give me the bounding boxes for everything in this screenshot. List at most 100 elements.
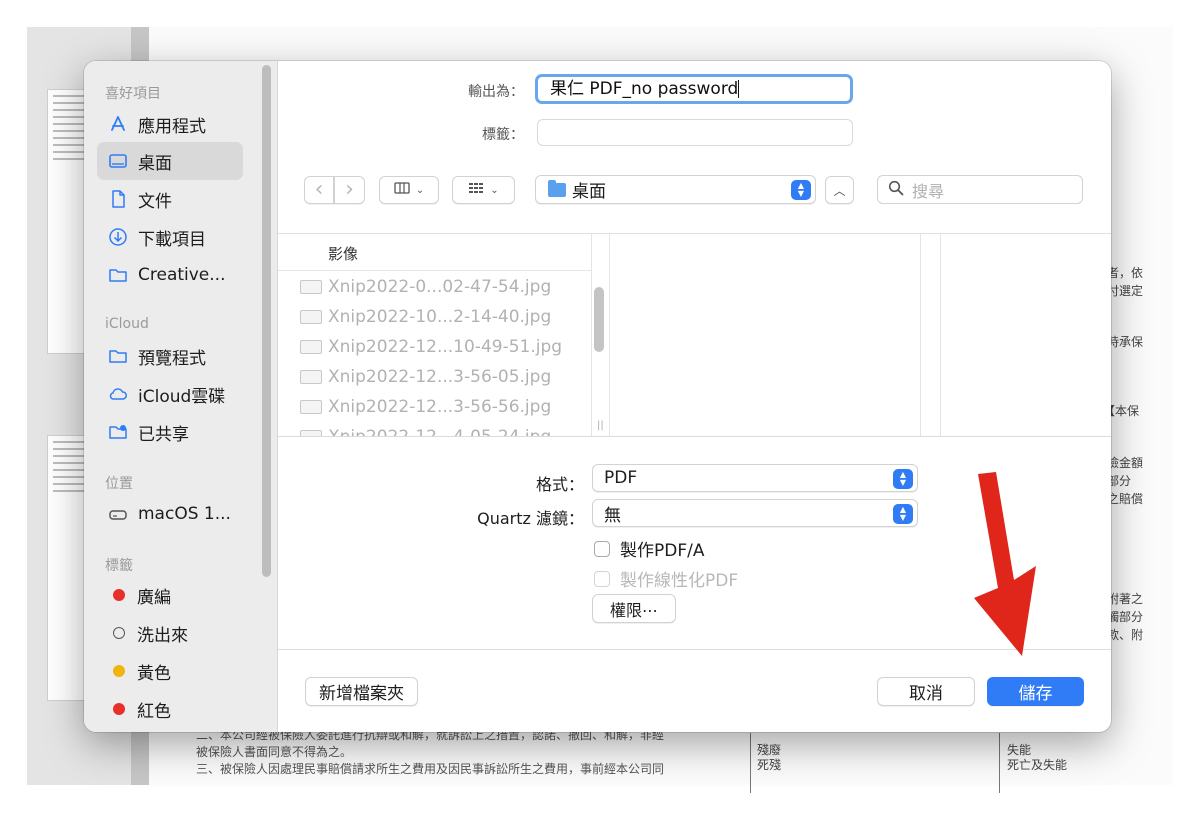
- file-browser: 影像 Xnip2022-0...02-47-54.jpg Xnip2022-10…: [278, 233, 1111, 437]
- sidebar-section-tags: 標籤: [105, 558, 133, 574]
- applications-icon: [107, 113, 129, 135]
- sidebar-section-icloud: iCloud: [105, 316, 149, 332]
- forward-button[interactable]: ›: [334, 176, 365, 204]
- sidebar-item-documents[interactable]: 文件: [97, 180, 243, 218]
- sidebar-item-preview[interactable]: 預覽程式: [97, 337, 243, 375]
- image-file-icon: [300, 340, 322, 354]
- grid-group-icon: [468, 180, 484, 200]
- sidebar-item-downloads[interactable]: 下載項目: [97, 218, 243, 256]
- sidebar-section-locations: 位置: [105, 476, 133, 492]
- image-file-icon: [300, 400, 322, 414]
- new-folder-label: 新增檔案夾: [319, 684, 404, 704]
- file-name: Xnip2022-12...3-56-56.jpg: [328, 397, 552, 417]
- download-icon: [107, 226, 129, 248]
- saveas-input-value: 果仁 PDF_no password: [550, 79, 739, 99]
- yellow-tag-dot-icon: [113, 665, 125, 677]
- search-field[interactable]: 搜尋: [877, 175, 1083, 204]
- sidebar-scrollbar[interactable]: [262, 65, 271, 577]
- sidebar-item-label: iCloud雲碟: [138, 386, 226, 407]
- file-item[interactable]: Xnip2022-10...2-14-40.jpg: [300, 302, 551, 332]
- sidebar-tag-guangbian[interactable]: 廣編: [97, 576, 243, 614]
- sidebar-tag-red[interactable]: 紅色: [97, 690, 243, 728]
- background-text: 被保險人書面同意不得為之。: [196, 745, 353, 759]
- background-paragraph: 二、本公司經被保險人委託進行抗辯或和解，就訴訟上之措置，認諾、撤回、和解，非經 …: [196, 727, 716, 778]
- red-tag-dot-icon: [113, 589, 125, 601]
- back-button[interactable]: ‹: [304, 176, 334, 204]
- sidebar-item-applications[interactable]: 應用程式: [97, 105, 243, 143]
- file-item[interactable]: Xnip2022-0...02-47-54.jpg: [300, 272, 551, 302]
- expand-collapse-button[interactable]: ︿: [825, 176, 854, 204]
- sidebar-item-label: 預覽程式: [138, 348, 206, 369]
- permissions-label: 權限⋯: [609, 600, 658, 620]
- red-arrow-annotation-icon: [974, 472, 1036, 656]
- cancel-button[interactable]: 取消: [877, 677, 975, 706]
- pdfa-label: 製作PDF/A: [620, 541, 705, 561]
- shared-folder-icon: [107, 421, 129, 443]
- sidebar-item-label: 黃色: [137, 663, 171, 684]
- search-icon: [888, 180, 912, 200]
- sidebar-item-shared[interactable]: 已共享: [97, 413, 243, 451]
- sidebar-item-label: 文件: [138, 191, 172, 212]
- save-dialog: 喜好項目 應用程式 桌面 文件 下載項目 Creative... iCloud …: [84, 61, 1111, 732]
- sidebar-item-label: Creative...: [138, 265, 226, 285]
- folder-icon: [107, 345, 129, 367]
- saveas-input[interactable]: 果仁 PDF_no password: [535, 74, 853, 104]
- quartz-filter-label: Quartz 濾鏡：: [477, 509, 584, 528]
- up-down-stepper-icon: ▲ ▼: [893, 469, 913, 489]
- folder-icon: [107, 264, 129, 286]
- group-by-button[interactable]: ⌄: [452, 176, 515, 204]
- format-popup[interactable]: PDF ▲ ▼: [592, 464, 918, 492]
- desktop-folder-icon: [548, 179, 566, 197]
- sidebar-tag-yellow[interactable]: 黃色: [97, 652, 243, 690]
- file-item[interactable]: Xnip2022-12...4-05-24.jpg: [300, 422, 552, 437]
- column-scrollbar[interactable]: [594, 287, 604, 352]
- linearize-checkbox[interactable]: 製作線性化PDF: [594, 566, 738, 591]
- sidebar-item-label: 桌面: [138, 153, 172, 174]
- chevron-down-icon: ⌄: [490, 184, 499, 196]
- image-file-icon: [300, 370, 322, 384]
- format-label: 格式：: [535, 475, 584, 494]
- chevron-down-icon: ⌄: [415, 184, 425, 196]
- file-name: Xnip2022-0...02-47-54.jpg: [328, 277, 552, 297]
- file-item[interactable]: Xnip2022-12...10-49-51.jpg: [300, 332, 562, 362]
- sidebar-tag-xichulai[interactable]: 洗出來: [97, 614, 243, 652]
- image-file-icon: [300, 280, 322, 294]
- chevron-right-icon: ›: [345, 177, 354, 202]
- file-name: Xnip2022-12...3-56-05.jpg: [328, 367, 552, 387]
- file-item[interactable]: Xnip2022-12...3-56-05.jpg: [300, 362, 551, 392]
- sidebar-item-desktop[interactable]: 桌面: [97, 142, 243, 180]
- sidebar-item-creative[interactable]: Creative...: [97, 256, 243, 294]
- column-divider: [609, 234, 610, 436]
- image-file-icon: [300, 310, 322, 324]
- tags-input[interactable]: [537, 119, 853, 146]
- view-mode-button[interactable]: ⌄: [379, 176, 439, 204]
- quartz-filter-popup[interactable]: 無 ▲ ▼: [592, 499, 918, 527]
- up-down-stepper-icon: ▲ ▼: [893, 504, 913, 524]
- save-button[interactable]: 儲存: [987, 677, 1084, 706]
- permissions-button[interactable]: 權限⋯: [592, 594, 676, 623]
- file-name: Xnip2022-12...4-05-24.jpg: [328, 427, 552, 437]
- location-popup-label: 桌面: [572, 182, 606, 202]
- format-value: PDF: [604, 468, 638, 488]
- location-popup[interactable]: 桌面 ▲ ▼: [535, 175, 816, 204]
- background-text: 三、被保險人因處理民事賠償請求所生之費用及因民事訴訟所生之費用，事前經本公司同: [196, 762, 665, 776]
- chevron-left-icon: ‹: [314, 177, 324, 202]
- new-folder-button[interactable]: 新增檔案夾: [305, 677, 418, 706]
- column-header[interactable]: 影像: [278, 234, 592, 271]
- desktop-icon: [107, 150, 129, 172]
- cloud-icon: [107, 383, 129, 405]
- sidebar: 喜好項目 應用程式 桌面 文件 下載項目 Creative... iCloud …: [84, 61, 278, 732]
- sidebar-item-label: 洗出來: [137, 625, 188, 646]
- table-cell: 死亡及失能: [1007, 758, 1068, 772]
- pdfa-checkbox[interactable]: 製作PDF/A: [594, 536, 704, 561]
- column-resize-handle[interactable]: ||: [597, 420, 604, 431]
- file-item[interactable]: Xnip2022-12...3-56-56.jpg: [300, 392, 551, 422]
- cancel-label: 取消: [909, 684, 943, 704]
- sidebar-item-icloud-drive[interactable]: iCloud雲碟: [97, 375, 243, 413]
- sidebar-item-macos-disk[interactable]: macOS 1...: [97, 495, 243, 533]
- column-divider: [940, 234, 941, 436]
- image-file-icon: [300, 430, 322, 436]
- disk-icon: [107, 503, 129, 525]
- up-down-stepper-icon: ▲ ▼: [791, 180, 811, 200]
- file-name: Xnip2022-10...2-14-40.jpg: [328, 307, 552, 327]
